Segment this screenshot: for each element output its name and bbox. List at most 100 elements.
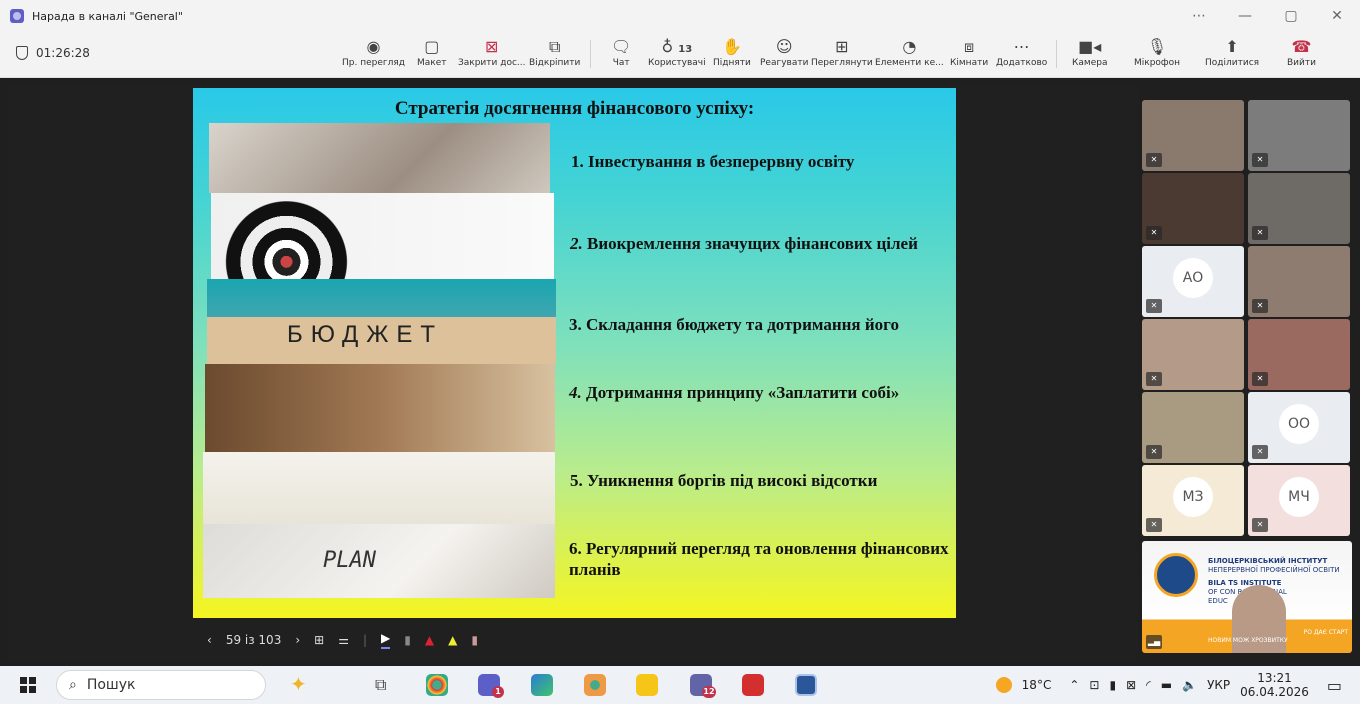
tray-mic-icon[interactable]: ▮ [1109,678,1116,692]
more-window-icon[interactable]: ⋯ [1176,0,1222,32]
participant-tile[interactable]: АО ✕ [1142,246,1244,317]
muted-mic-icon: ✕ [1252,445,1268,459]
rooms-button[interactable]: ⧈ Кімнати [950,36,988,68]
stop-share-icon: ⊠ [485,37,499,56]
participant-tile[interactable]: ✕ [1142,392,1244,463]
participant-tile[interactable]: ✕ [1248,173,1350,244]
participant-tile[interactable]: ✕ [1142,319,1244,390]
viber-badge: 12 [702,686,716,698]
muted-mic-icon: ✕ [1146,299,1162,313]
start-icon[interactable] [20,677,36,693]
highlighter-icon[interactable]: ▲ [448,633,457,647]
chat-button[interactable]: 🗨 Чат [611,36,631,68]
more-button[interactable]: ⋯ Додатково [996,36,1047,68]
window-title: Нарада в каналі "General" [32,9,183,23]
prev-slide-icon[interactable]: ‹ [207,633,212,647]
search-icon: ⌕ [69,677,77,693]
slide-counter: 59 із 103 [225,633,282,647]
plan-word: PLAN [323,548,376,573]
unpin-button[interactable]: ⧉ Відкріпити [529,36,580,68]
red-pen-icon[interactable]: ▲ [425,633,434,647]
clock[interactable]: 13:21 06.04.2026 [1240,671,1309,699]
participant-tile[interactable]: ✕ [1142,173,1244,244]
camera-button[interactable]: ■◂ Камера [1072,36,1107,68]
maximize-button[interactable]: ▢ [1268,0,1314,32]
slide-item-1: 1. Інвестування в безперервну освіту [571,152,855,171]
stop-sharing-button[interactable]: ⊠ Закрити дос... [458,36,526,68]
weather-icon[interactable] [995,677,1012,693]
participant-tile[interactable]: МЧ ✕ [1248,465,1350,536]
word-icon[interactable] [795,674,817,696]
search-placeholder: Пошук [86,677,136,693]
notification-icon[interactable]: ▭ [1327,676,1342,695]
close-button[interactable]: ✕ [1314,0,1360,32]
divider: | [362,633,368,647]
chevron-up-icon[interactable]: ⌃ [1069,678,1079,692]
teams-icon[interactable]: 1 [478,674,504,698]
institute-logo [1154,553,1198,597]
react-button[interactable]: ☺ Реагувати [760,36,808,68]
taskbar: ⌕ Пошук ✦ ⧉ 1 12 18°C ⌃ ⊡ ▮ ⊠ ◜ ▬ 🔈 УКР … [0,666,1360,704]
view-button[interactable]: ◉ Пр. перегляд [342,36,405,68]
pdf-icon[interactable] [742,674,764,696]
chrome-profile-icon[interactable] [584,674,606,696]
edge-icon[interactable] [531,674,553,696]
muted-mic-icon: ✕ [1146,445,1162,459]
people-button[interactable]: ♁ 13 Користувачі [648,36,706,68]
minimize-button[interactable]: — [1222,0,1268,32]
wifi-icon[interactable]: ◜ [1146,678,1151,692]
mic-button[interactable]: 🎙 Мікрофон [1134,36,1180,68]
layout-button[interactable]: ▢ Макет [417,36,447,68]
leave-button[interactable]: ☎ Вийти [1287,36,1316,68]
copilot-icon[interactable]: ✦ [290,672,307,696]
avatar: МЗ [1173,476,1213,517]
language-indicator[interactable]: УКР [1207,678,1230,692]
search-box[interactable]: ⌕ Пошук [56,670,266,700]
pen-icon[interactable]: ▮ [404,633,411,647]
participant-tile[interactable]: ✕ [1248,246,1350,317]
task-view-icon[interactable]: ⧉ [375,675,386,695]
slide-item-6: 6. Регулярний перегляд та оновлення фіна… [569,539,949,579]
participant-tile[interactable]: ОО ✕ [1248,392,1350,463]
next-slide-icon[interactable]: › [295,633,300,647]
avatar: ОО [1279,403,1319,444]
hand-icon: ✋ [721,37,742,56]
muted-mic-icon: ✕ [1146,372,1162,386]
budget-photo: БЮДЖЕТ [207,279,556,364]
pointer-icon[interactable]: ▶ [381,631,391,649]
presenter-tile[interactable]: БІЛОЦЕРКІВСЬКИЙ ІНСТИТУТ НЕПЕРЕРВНОЇ ПРО… [1142,541,1352,653]
ellipsis-icon: ⋯ [1013,37,1030,56]
divider [1056,40,1057,68]
people-icon: ♁ 13 [661,37,693,56]
title-bar: Нарада в каналі "General" ⋯ — ▢ ✕ [0,0,1360,32]
institute-footer: РО ДАЄ СТАРТ НОВИМ МОЖ ХРОЗВИТКУ [1208,629,1348,644]
participant-tile[interactable]: МЗ ✕ [1142,465,1244,536]
participant-tile[interactable]: ✕ [1248,319,1350,390]
budget-word: БЮДЖЕТ [287,321,444,348]
teams-badge: 1 [492,686,504,698]
settings-slider-icon[interactable]: ⚌ [338,633,349,647]
tray-app-icon[interactable]: ⊡ [1089,678,1099,692]
money-hands-photo [205,364,555,452]
meeting-toolbar: 01:26:28 ◉ Пр. перегляд ▢ Макет ⊠ Закрити д… [0,32,1360,78]
grid-view-icon[interactable]: ⊞ [314,633,324,647]
apps-button[interactable]: ◔ Елементи ке... [875,36,944,68]
eraser-icon[interactable]: ▮ [471,633,478,647]
tray-meet-icon[interactable]: ⊠ [1126,678,1136,692]
participant-tile[interactable]: ✕ [1142,100,1244,171]
muted-mic-icon: ✕ [1252,518,1268,532]
signal-icon: ▂▄ [1146,635,1162,649]
view-mode-button[interactable]: ⊞ Переглянути [811,36,873,68]
file-explorer-icon[interactable] [636,674,658,696]
participant-tile[interactable]: ✕ [1248,100,1350,171]
chrome-icon[interactable] [426,674,448,696]
hangup-icon: ☎ [1291,37,1312,56]
viber-icon[interactable]: 12 [690,674,716,698]
muted-mic-icon: ✕ [1252,299,1268,313]
battery-icon[interactable]: ▬ [1161,678,1172,692]
share-button[interactable]: ⬆ Поділитися [1205,36,1259,68]
raise-hand-button[interactable]: ✋ Підняти [713,36,751,68]
volume-icon[interactable]: 🔈 [1182,678,1197,692]
rooms-icon: ⧈ [963,37,975,56]
time: 13:21 [1257,671,1292,685]
